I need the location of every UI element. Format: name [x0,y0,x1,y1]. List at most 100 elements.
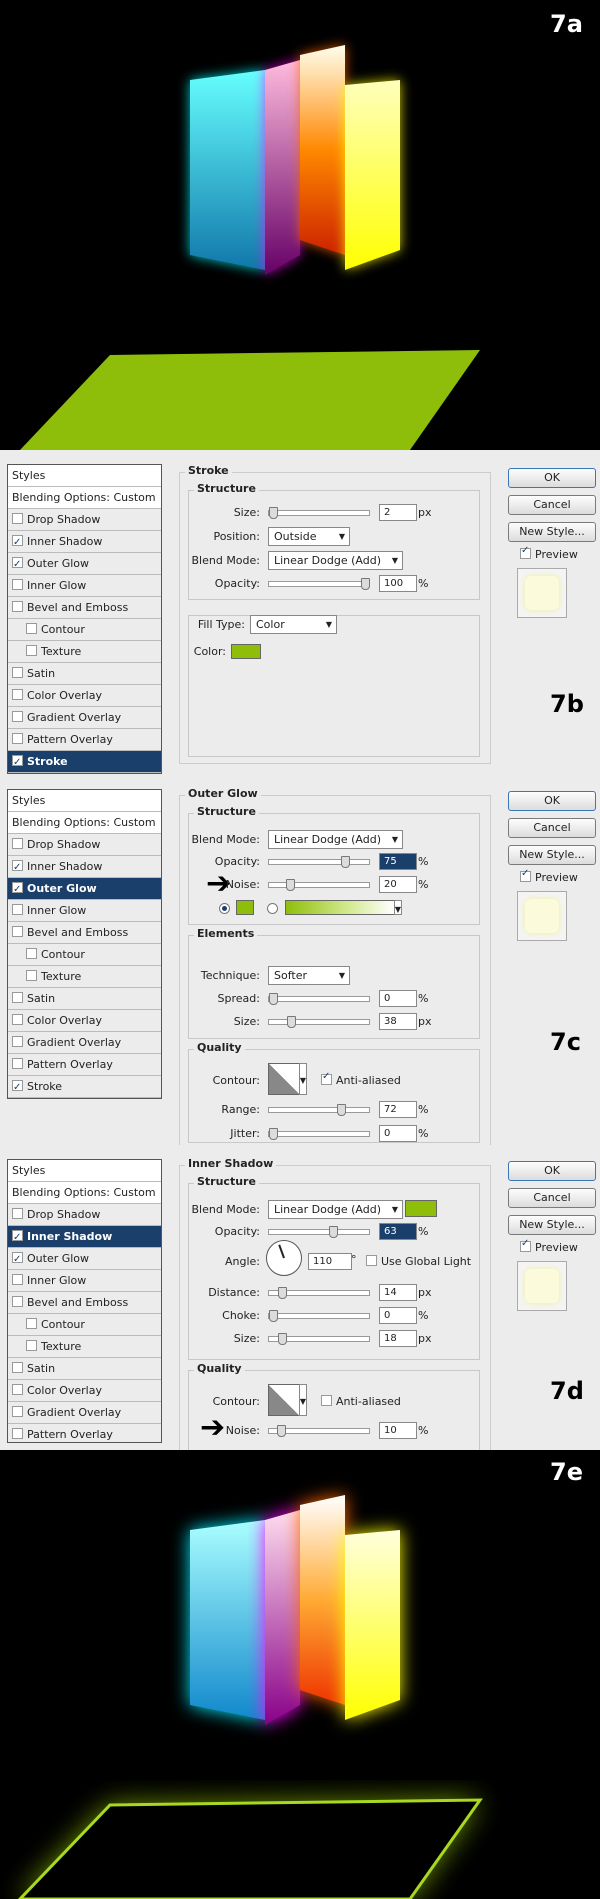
style-inner-shadow[interactable]: Inner Shadow [8,531,161,553]
checkbox[interactable] [12,838,23,849]
size-slider[interactable] [268,1016,370,1028]
style-pattern-overlay[interactable]: Pattern Overlay [8,1424,161,1442]
size-slider[interactable] [268,507,370,519]
checkbox[interactable] [12,926,23,937]
noise-field[interactable]: 10 [379,1422,417,1439]
slider-thumb[interactable] [287,1016,296,1028]
checkbox[interactable] [520,545,531,559]
size-field[interactable]: 2 [379,504,417,521]
new-style-button[interactable]: New Style... [508,845,596,865]
jitter-field[interactable]: 0 [379,1125,417,1142]
range-slider[interactable] [268,1104,370,1116]
checkbox[interactable] [12,667,23,678]
use-global-light-toggle[interactable]: Use Global Light [366,1255,471,1268]
choke-slider[interactable] [268,1310,370,1322]
contour-dropdown[interactable]: ▼ [299,1063,307,1095]
style-gradient-overlay[interactable]: Gradient Overlay [8,1402,161,1424]
checkbox[interactable] [12,579,23,590]
checkbox[interactable] [12,1406,23,1417]
angle-dial[interactable] [266,1240,302,1276]
solid-color-radio[interactable] [219,903,230,914]
slider-thumb[interactable] [269,507,278,519]
glow-color-swatch[interactable] [236,900,254,915]
new-style-button[interactable]: New Style... [508,522,596,542]
checkbox[interactable] [520,868,531,882]
jitter-slider[interactable] [268,1128,370,1140]
style-bevel-emboss[interactable]: Bevel and Emboss [8,922,161,944]
blend-mode-select[interactable]: Linear Dodge (Add) ▼ [268,1200,403,1219]
slider-thumb[interactable] [337,1104,346,1116]
checkbox[interactable] [12,689,23,700]
checkbox[interactable] [12,1227,23,1248]
style-drop-shadow[interactable]: Drop Shadow [8,1204,161,1226]
checkbox[interactable] [12,904,23,915]
new-style-button[interactable]: New Style... [508,1215,596,1235]
fill-type-select[interactable]: Color ▼ [250,615,337,634]
checkbox[interactable] [366,1255,377,1266]
checkbox[interactable] [12,1036,23,1047]
checkbox[interactable] [12,711,23,722]
cancel-button[interactable]: Cancel [508,495,596,515]
opacity-slider[interactable] [268,578,370,590]
preview-toggle[interactable]: Preview [520,868,578,884]
opacity-field[interactable]: 63 [379,1223,417,1240]
styles-header[interactable]: Styles [8,1160,161,1182]
style-satin[interactable]: Satin [8,1358,161,1380]
checkbox[interactable] [26,623,37,634]
checkbox[interactable] [12,601,23,612]
position-select[interactable]: Outside ▼ [268,527,350,546]
preview-toggle[interactable]: Preview [520,1238,578,1254]
slider-thumb[interactable] [278,1333,287,1345]
opacity-field[interactable]: 75 [379,853,417,870]
checkbox[interactable] [321,1395,332,1406]
technique-select[interactable]: Softer ▼ [268,966,350,985]
opacity-slider[interactable] [268,856,370,868]
checkbox[interactable] [12,1058,23,1069]
checkbox[interactable] [26,1340,37,1351]
opacity-slider[interactable] [268,1226,370,1238]
checkbox[interactable] [12,879,23,900]
style-contour[interactable]: Contour [8,1314,161,1336]
size-slider[interactable] [268,1333,370,1345]
style-bevel-emboss[interactable]: Bevel and Emboss [8,597,161,619]
checkbox[interactable] [12,1077,23,1098]
blending-options[interactable]: Blending Options: Custom [8,487,161,509]
checkbox[interactable] [12,752,23,773]
cancel-button[interactable]: Cancel [508,818,596,838]
style-drop-shadow[interactable]: Drop Shadow [8,509,161,531]
style-stroke[interactable]: Stroke [8,751,161,773]
style-gradient-overlay[interactable]: Gradient Overlay [8,1032,161,1054]
checkbox[interactable] [12,1362,23,1373]
glow-gradient-swatch[interactable] [285,900,395,915]
slider-thumb[interactable] [341,856,350,868]
styles-header[interactable]: Styles [8,790,161,812]
blend-mode-select[interactable]: Linear Dodge (Add) ▼ [268,830,403,849]
spread-field[interactable]: 0 [379,990,417,1007]
shadow-color-swatch[interactable] [405,1200,437,1217]
style-color-overlay[interactable]: Color Overlay [8,1380,161,1402]
blend-mode-select[interactable]: Linear Dodge (Add) ▼ [268,551,403,570]
style-inner-shadow[interactable]: Inner Shadow [8,1226,161,1248]
checkbox[interactable] [26,948,37,959]
preview-toggle[interactable]: Preview [520,545,578,561]
style-inner-glow[interactable]: Inner Glow [8,900,161,922]
slider-thumb[interactable] [361,578,370,590]
style-gradient-overlay[interactable]: Gradient Overlay [8,707,161,729]
style-bevel-emboss[interactable]: Bevel and Emboss [8,1292,161,1314]
styles-header[interactable]: Styles [8,465,161,487]
angle-field[interactable]: 110 [308,1253,352,1270]
checkbox[interactable] [26,1318,37,1329]
checkbox[interactable] [12,1249,23,1270]
stroke-color-swatch[interactable] [231,644,261,659]
contour-dropdown[interactable]: ▼ [299,1384,307,1416]
checkbox[interactable] [26,645,37,656]
checkbox[interactable] [321,1071,332,1085]
slider-thumb[interactable] [269,993,278,1005]
gradient-radio[interactable] [267,903,278,914]
distance-slider[interactable] [268,1287,370,1299]
checkbox[interactable] [12,857,23,878]
slider-thumb[interactable] [278,1287,287,1299]
slider-thumb[interactable] [286,879,295,891]
style-outer-glow[interactable]: Outer Glow [8,878,161,900]
style-stroke[interactable]: Stroke [8,1076,161,1098]
